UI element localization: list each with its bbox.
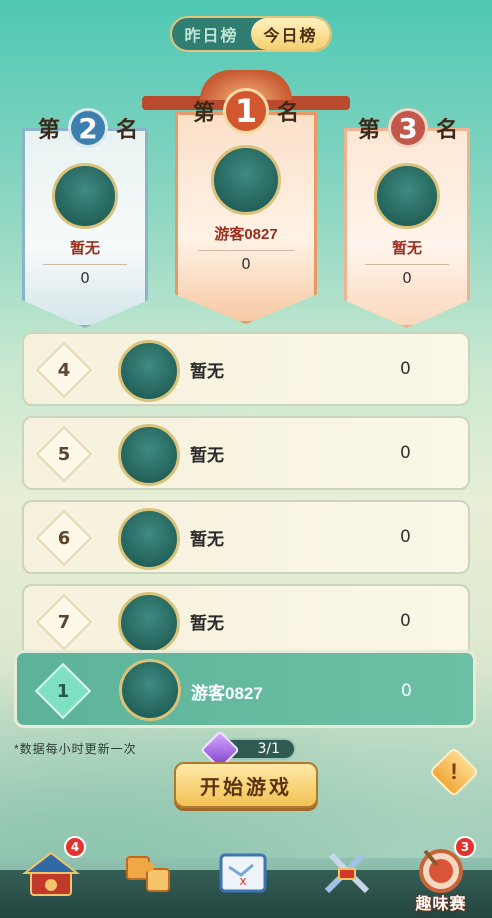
- avatar: [118, 508, 180, 570]
- update-note: *数据每小时更新一次: [14, 742, 137, 756]
- warning-icon[interactable]: !: [436, 754, 472, 790]
- player-score: 0: [80, 269, 90, 287]
- divider: [198, 250, 294, 251]
- rank-number: 1: [223, 88, 269, 134]
- crossed-swords-icon: [324, 852, 370, 894]
- player-score: 0: [401, 681, 412, 701]
- avatar: [211, 145, 281, 215]
- puzzle-icon: [126, 856, 170, 892]
- rank-word-ming: 名: [116, 117, 139, 142]
- player-score: 0: [400, 611, 411, 631]
- player-name: 暂无: [190, 613, 224, 633]
- podium-card-third: 暂无 0: [344, 128, 470, 328]
- divider: [43, 264, 127, 265]
- avatar: [119, 659, 181, 721]
- rank-number: 7: [57, 611, 71, 633]
- player-score: 0: [400, 443, 411, 463]
- player-name: 游客0827: [191, 684, 263, 703]
- rank-number: 1: [56, 680, 70, 702]
- player-name: 暂无: [391, 240, 422, 257]
- table-row: 6 暂无 0: [22, 500, 470, 574]
- player-name: 暂无: [69, 240, 100, 257]
- avatar: [52, 163, 118, 229]
- rank-number: 3: [388, 108, 428, 148]
- fun-contest-label: 趣味赛: [415, 896, 467, 913]
- divider: [365, 264, 449, 265]
- nav-badge: 3: [454, 836, 476, 858]
- rank-title-third: 第 3 名: [348, 108, 468, 148]
- rank-word-ming: 名: [277, 100, 300, 125]
- player-score: 0: [400, 359, 411, 379]
- map-scroll-icon: x: [219, 853, 267, 893]
- avatar: [118, 340, 180, 402]
- player-score: 0: [402, 269, 412, 287]
- ticket-count: 3/1: [257, 741, 280, 757]
- nav-battle[interactable]: [314, 842, 380, 904]
- player-name: 暂无: [190, 445, 224, 465]
- table-row: 5 暂无 0: [22, 416, 470, 490]
- table-row: 4 暂无 0: [22, 332, 470, 406]
- nav-palace[interactable]: 4: [18, 836, 86, 904]
- player-name: 游客0827: [214, 226, 278, 243]
- my-rank-row: 1 游客0827 0: [14, 650, 476, 728]
- rank-title-first: 第 1 名: [180, 88, 312, 134]
- player-name: 暂无: [190, 361, 224, 381]
- nav-map[interactable]: x: [210, 842, 276, 904]
- player-score: 0: [241, 255, 251, 273]
- nav-puzzle[interactable]: [114, 842, 180, 904]
- start-game-button[interactable]: 开始游戏: [174, 762, 318, 808]
- rank-word-di: 第: [37, 117, 60, 142]
- leaderboard-tabs: 昨日榜 今日榜: [170, 16, 332, 52]
- rank-number: 4: [57, 359, 71, 381]
- player-score: 0: [400, 527, 411, 547]
- avatar: [118, 424, 180, 486]
- rank-list: 4 暂无 0 5 暂无 0 6 暂无 0 7 暂无 0: [22, 332, 470, 668]
- podium-card-first: 游客0827 0: [175, 112, 317, 324]
- rank-title-second: 第 2 名: [28, 108, 148, 148]
- rank-number: 6: [57, 527, 71, 549]
- player-name: 暂无: [190, 529, 224, 549]
- tab-today[interactable]: 今日榜: [251, 18, 330, 50]
- rank-number: 5: [57, 443, 71, 465]
- tab-yesterday[interactable]: 昨日榜: [172, 18, 251, 50]
- rank-number: 2: [68, 108, 108, 148]
- podium-card-second: 暂无 0: [22, 128, 148, 328]
- nav-badge: 4: [64, 836, 86, 858]
- rank-word-di: 第: [357, 117, 380, 142]
- svg-text:x: x: [239, 874, 246, 888]
- rank-word-di: 第: [192, 100, 215, 125]
- rank-word-ming: 名: [436, 117, 459, 142]
- nav-fun-contest[interactable]: 3 趣味赛: [408, 836, 476, 913]
- avatar: [374, 163, 440, 229]
- avatar: [118, 592, 180, 654]
- table-row: 7 暂无 0: [22, 584, 470, 658]
